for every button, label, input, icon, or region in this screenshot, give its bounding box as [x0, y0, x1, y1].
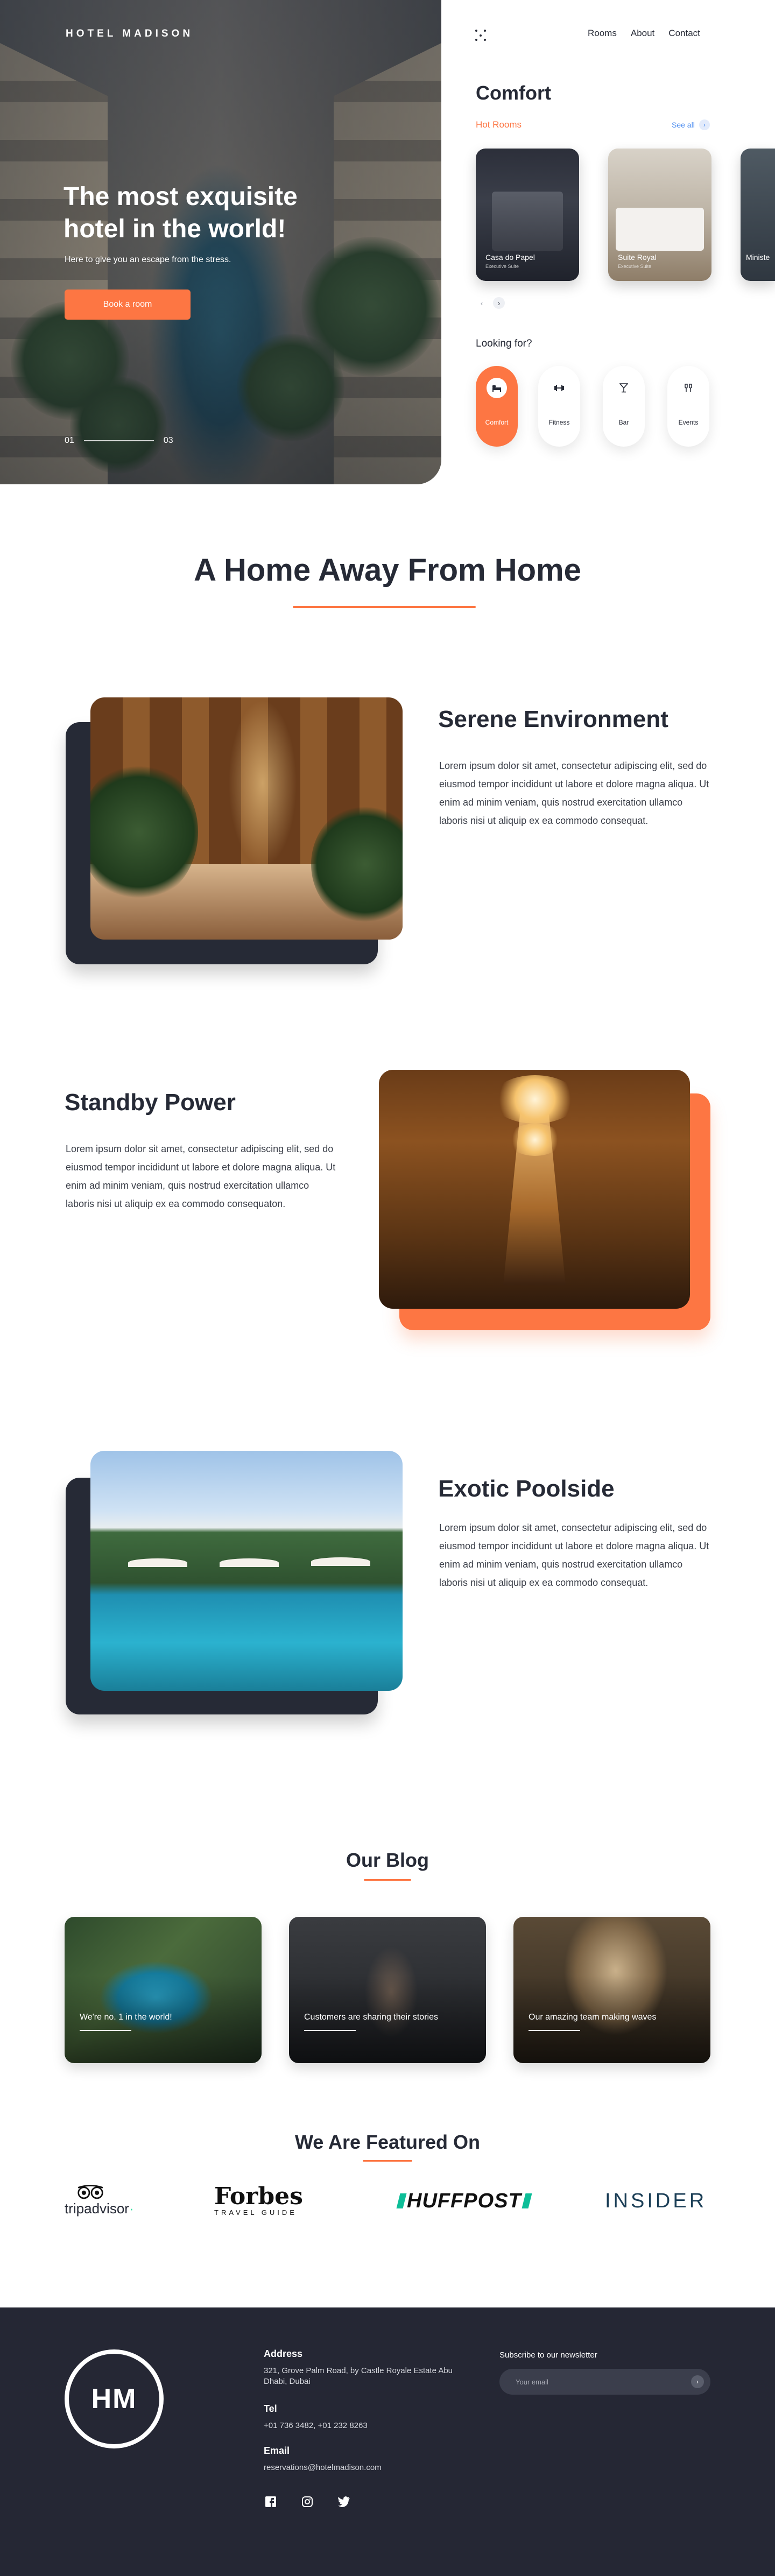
blog-card[interactable]: Customers are sharing their stories [289, 1917, 486, 2063]
book-room-button[interactable]: Book a room [65, 290, 191, 320]
newsletter-label: Subscribe to our newsletter [499, 2351, 597, 2360]
tel-label: Tel [264, 2403, 277, 2414]
address-label: Address [264, 2348, 303, 2359]
slide-indicator[interactable]: 01 03 [65, 436, 173, 446]
category-label: Comfort [485, 419, 509, 426]
home-section-title: A Home Away From Home [194, 553, 581, 588]
hallway-photo [379, 1070, 690, 1309]
room-name: Suite Royal [618, 253, 657, 262]
pool-photo [90, 1451, 403, 1691]
arrow-right-icon[interactable]: › [691, 2375, 704, 2388]
room-photo [492, 192, 563, 251]
blog-caption: Our amazing team making waves [529, 2013, 657, 2022]
room-card-partial[interactable]: Ministe [741, 149, 775, 281]
room-type: Executive Suite [485, 264, 519, 269]
insider-logo[interactable]: INSIDER [605, 2185, 707, 2217]
top-nav: Rooms About Contact [588, 28, 700, 39]
hero-subtitle: Here to give you an escape from the stre… [65, 255, 231, 264]
title-underline [364, 1879, 411, 1881]
see-all-label: See all [672, 121, 695, 129]
feature-title-serene: Serene Environment [438, 706, 668, 732]
bed-icon [487, 378, 507, 398]
instagram-icon[interactable] [300, 2495, 314, 2509]
nav-rooms[interactable]: Rooms [588, 28, 617, 39]
hm-logo[interactable]: HM [65, 2349, 164, 2448]
feature-title-standby: Standby Power [65, 1089, 236, 1116]
category-label: Events [678, 419, 699, 426]
email-label: Email [264, 2445, 290, 2456]
room-type: Executive Suite [618, 264, 652, 269]
see-all-link[interactable]: See all › [672, 119, 710, 130]
grid-menu-icon[interactable] [475, 30, 487, 41]
slide-total: 03 [163, 436, 173, 445]
feature-text-serene: Lorem ipsum dolor sit amet, consectetur … [439, 760, 709, 826]
category-label: Bar [618, 419, 629, 426]
room-name: Ministe [746, 253, 770, 262]
room-card-suite-royal[interactable]: Suite Royal Executive Suite [608, 149, 711, 281]
blog-card[interactable]: We're no. 1 in the world! [65, 1917, 262, 2063]
room-card-casa-do-papel[interactable]: Casa do Papel Executive Suite [476, 149, 579, 281]
feature-text-pool: Lorem ipsum dolor sit amet, consectetur … [439, 1522, 709, 1588]
chevron-right-icon[interactable]: › [493, 297, 505, 309]
twitter-icon[interactable] [337, 2495, 351, 2509]
feature-title-pool: Exotic Poolside [438, 1476, 615, 1502]
slide-progress-bar [83, 440, 154, 441]
hero-title: The most exquisite hotel in the world! [64, 182, 298, 243]
blog-caption: We're no. 1 in the world! [80, 2013, 172, 2022]
title-underline [293, 606, 476, 608]
newsletter-form: › [499, 2369, 710, 2395]
brand-logo[interactable]: HOTEL MADISON [66, 28, 193, 40]
facebook-icon[interactable] [264, 2495, 278, 2509]
blog-title: Our Blog [346, 1849, 429, 1871]
cheers-icon [678, 378, 699, 398]
hot-rooms-label: Hot Rooms [476, 119, 522, 130]
cocktail-icon [614, 378, 634, 398]
address-text: 321, Grove Palm Road, by Castle Royale E… [264, 2366, 453, 2386]
rooms-pager: ‹ › [476, 297, 505, 309]
slide-current: 01 [65, 436, 74, 445]
category-label: Fitness [548, 419, 570, 426]
room-photo [616, 208, 704, 251]
email-text[interactable]: reservations@hotelmadison.com [264, 2462, 382, 2473]
nav-contact[interactable]: Contact [668, 28, 700, 39]
category-comfort[interactable]: Comfort [476, 366, 518, 447]
hero-section: HOTEL MADISON The most exquisite hotel i… [0, 0, 441, 484]
lobby-photo [90, 697, 403, 940]
newsletter-email-input[interactable] [516, 2377, 691, 2386]
owl-icon [78, 2185, 103, 2199]
room-name: Casa do Papel [485, 253, 535, 262]
page: HOTEL MADISON The most exquisite hotel i… [0, 0, 775, 2576]
forbes-logo[interactable]: Forbes TRAVEL GUIDE [214, 2185, 303, 2217]
comfort-title: Comfort [476, 82, 551, 104]
feature-text-standby: Lorem ipsum dolor sit amet, consectetur … [66, 1144, 336, 1209]
chevron-left-icon[interactable]: ‹ [476, 297, 488, 309]
featured-title: We Are Featured On [294, 2131, 481, 2153]
dumbbell-icon [549, 378, 569, 398]
nav-about[interactable]: About [631, 28, 654, 39]
arrow-right-icon: › [699, 119, 710, 130]
category-events[interactable]: Events [667, 366, 709, 447]
blog-card[interactable]: Our amazing team making waves [513, 1917, 710, 2063]
huffpost-logo[interactable]: HUFFPOST [396, 2185, 532, 2217]
category-bar[interactable]: Bar [603, 366, 645, 447]
title-underline [363, 2160, 412, 2162]
tel-text[interactable]: +01 736 3482, +01 232 8263 [264, 2420, 368, 2431]
tripadvisor-logo[interactable]: tripadvisor· [65, 2185, 134, 2217]
blog-caption: Customers are sharing their stories [304, 2013, 438, 2022]
footer: HM Address 321, Grove Palm Road, by Cast… [0, 2307, 775, 2576]
category-fitness[interactable]: Fitness [538, 366, 580, 447]
looking-for-label: Looking for? [476, 338, 532, 349]
